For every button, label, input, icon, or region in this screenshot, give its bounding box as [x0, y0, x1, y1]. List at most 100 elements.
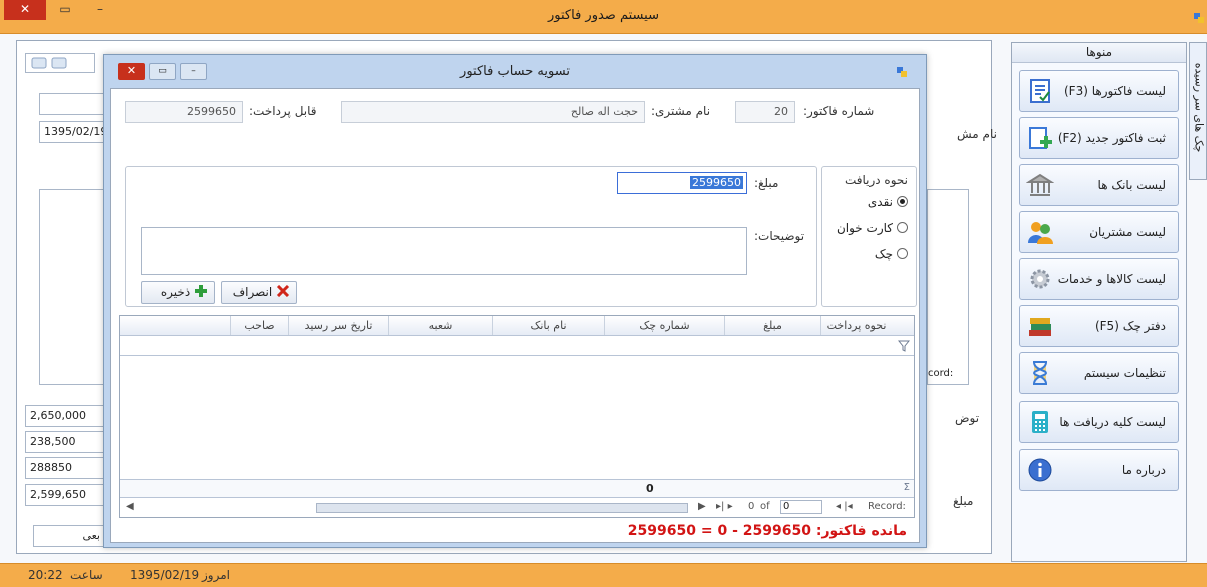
grid-navigator[interactable]: ◀ ▶ ▸| ▸ 0 of 0 ◂ |◂ Record:	[120, 497, 914, 517]
save-button[interactable]: ذخیره	[141, 281, 215, 304]
grid-summary-row: 0 Σ	[120, 479, 914, 497]
dialog-title-bar: ✕ ▭ – تسویه حساب فاکتور	[104, 55, 926, 88]
record-label-bg: cord:	[928, 368, 954, 379]
customers-icon	[1028, 222, 1053, 244]
col-owner[interactable]: صاحب	[230, 316, 288, 335]
app-icon	[1194, 13, 1204, 23]
remaining-balance: مانده فاکتور: 2599650 - 0 = 2599650	[627, 523, 907, 539]
radio-cash[interactable]: نقدی	[868, 195, 908, 209]
form-window-buttons[interactable]	[25, 53, 95, 73]
menu-item-checkbook[interactable]: دفتر چک (F5)	[1019, 305, 1179, 347]
scroll-left-button[interactable]: ◀	[126, 501, 134, 512]
cancel-icon	[276, 284, 290, 298]
description-input[interactable]	[141, 227, 747, 275]
grid-filter-row[interactable]	[120, 336, 914, 356]
menu-item-label: درباره ما	[1121, 463, 1166, 477]
menu-item-label: لیست مشتریان	[1089, 225, 1166, 239]
filter-icon[interactable]	[898, 340, 910, 352]
sum-icon: Σ	[903, 482, 910, 493]
status-date-label: امروز	[202, 568, 230, 582]
menu-item-receipts[interactable]: لیست کلیه دریافت ها	[1019, 401, 1179, 443]
radio-card-reader[interactable]: کارت خوان	[837, 221, 908, 235]
invoice-list-icon	[1030, 79, 1050, 103]
status-time: 20:22	[28, 568, 63, 582]
cancel-button[interactable]: انصراف	[221, 281, 297, 304]
col-bank-name[interactable]: نام بانک	[492, 316, 604, 335]
menu-item-label: لیست فاکتورها (F3)	[1063, 84, 1166, 98]
customer-name-field: حجت اله صالح	[341, 101, 645, 123]
grid-sum: 0	[646, 482, 654, 495]
amount-value: 2599650	[690, 176, 743, 189]
nav-position: 0	[748, 501, 755, 512]
total-field-1: 2,650,000	[25, 405, 105, 427]
due-checks-label: چک های سر رسیده	[1192, 62, 1206, 153]
new-invoice-icon	[1029, 127, 1052, 149]
status-date: 1395/02/19	[130, 568, 200, 582]
form-list-panel	[39, 189, 105, 385]
col-due-date[interactable]: تاریخ سر رسید	[288, 316, 388, 335]
customer-label-bg: نام مش	[957, 127, 997, 141]
payable-label: قابل پرداخت:	[249, 104, 317, 118]
col-amount[interactable]: مبلغ	[724, 316, 820, 335]
due-checks-tab[interactable]: چک های سر رسیده	[1189, 42, 1207, 180]
window-buttons-icon	[31, 57, 67, 69]
settle-invoice-dialog: ✕ ▭ – تسویه حساب فاکتور 20 شماره فاکتور:…	[103, 54, 927, 548]
menu-header: منوها	[1012, 43, 1186, 63]
payment-method-title: نحوه دریافت	[844, 173, 908, 187]
grid-header: نحوه پرداخت مبلغ شماره چک نام بانک شعبه …	[120, 316, 914, 336]
radio-label: نقدی	[867, 195, 893, 209]
menu-item-customers[interactable]: لیست مشتریان	[1019, 211, 1179, 253]
payments-grid[interactable]: نحوه پرداخت مبلغ شماره چک نام بانک شعبه …	[119, 315, 915, 518]
info-icon	[1028, 458, 1052, 482]
nav-first-button[interactable]: ◂ |◂	[836, 501, 853, 512]
menu-item-new-invoice[interactable]: ثبت فاکتور جدید (F2)	[1019, 117, 1179, 159]
form-date-field[interactable]: 1395/02/19	[39, 121, 107, 143]
menu-item-about[interactable]: درباره ما	[1019, 449, 1179, 491]
nav-of-label: of	[760, 501, 770, 512]
menu-item-settings[interactable]: تنظیمات سیستم	[1019, 352, 1179, 394]
menu-item-banks[interactable]: لیست بانک ها	[1019, 164, 1179, 206]
status-time-label: ساعت	[70, 568, 103, 582]
gears-icon	[1030, 269, 1050, 289]
amount-input[interactable]: 2599650	[617, 172, 747, 194]
total-field-4: 2,599,650	[25, 484, 105, 506]
radio-dot	[897, 196, 908, 207]
col-branch[interactable]: شعبه	[388, 316, 492, 335]
invoice-number-field: 20	[735, 101, 795, 123]
status-bar: 20:22 ساعت 1395/02/19 امروز	[0, 563, 1207, 587]
customer-name-label: نام مشتری:	[651, 104, 711, 118]
bank-list-icon	[1026, 173, 1054, 196]
form-button-bg[interactable]: بعی	[33, 525, 105, 547]
scroll-right-button[interactable]: ▶	[698, 501, 706, 512]
radio-check[interactable]: چک	[875, 247, 908, 261]
main-title-bar: ✕ ▭ – سیستم صدور فاکتور	[0, 0, 1207, 34]
invoice-number-label: شماره فاکتور:	[803, 104, 875, 118]
add-icon	[195, 285, 207, 297]
dialog-body: 20 شماره فاکتور: حجت اله صالح نام مشتری:…	[110, 88, 920, 543]
calculator-icon	[1032, 411, 1048, 433]
books-icon	[1029, 318, 1051, 336]
nav-last-button[interactable]: ▸| ▸	[716, 501, 733, 512]
radio-label: کارت خوان	[836, 221, 893, 235]
form-empty-field[interactable]	[39, 93, 105, 115]
menu-item-invoices[interactable]: لیست فاکتورها (F3)	[1019, 70, 1179, 112]
menu-item-label: ثبت فاکتور جدید (F2)	[1057, 131, 1166, 145]
menu-item-label: لیست بانک ها	[1097, 178, 1166, 192]
col-check-number[interactable]: شماره چک	[604, 316, 724, 335]
menu-panel: منوها لیست فاکتورها (F3) ثبت فاکتور جدید…	[1011, 42, 1187, 562]
desc-label-bg: توض	[955, 411, 980, 425]
radio-label: چک	[874, 247, 893, 261]
app-title: سیستم صدور فاکتور	[548, 8, 659, 23]
dialog-title: تسویه حساب فاکتور	[460, 64, 570, 79]
radio-dot	[897, 222, 908, 233]
nav-record-input[interactable]: 0	[780, 500, 822, 514]
menu-item-label: لیست کلیه دریافت ها	[1059, 415, 1166, 429]
menu-item-goods[interactable]: لیست کالاها و خدمات	[1019, 258, 1179, 300]
menu-item-label: لیست کالاها و خدمات	[1057, 272, 1166, 286]
col-payment-method[interactable]: نحوه پرداخت	[820, 316, 892, 335]
save-label: ذخیره	[160, 285, 191, 299]
total-field-3: 288850	[25, 457, 105, 479]
dialog-icon	[897, 67, 907, 77]
payable-field: 2599650	[125, 101, 243, 123]
horizontal-scrollbar[interactable]	[316, 503, 688, 513]
